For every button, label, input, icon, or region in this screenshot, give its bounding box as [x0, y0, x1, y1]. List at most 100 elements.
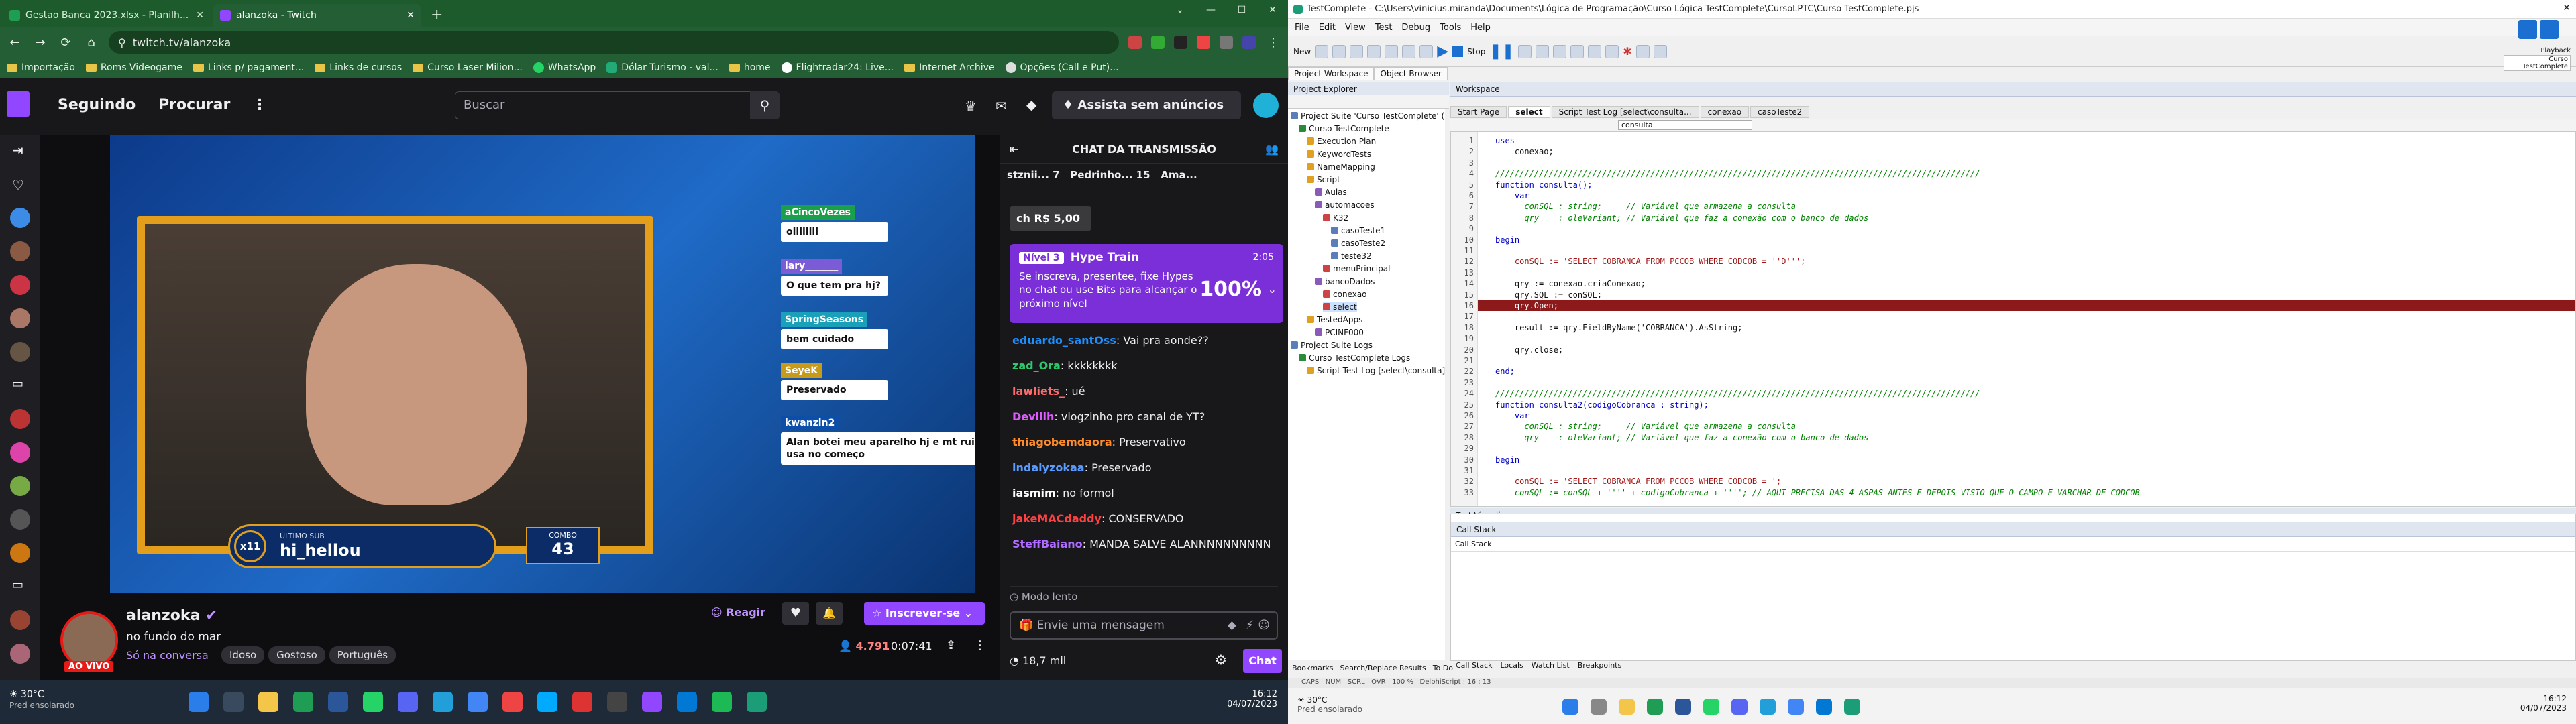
bookmark-item[interactable]: Links p/ pagament...	[193, 62, 304, 73]
menu-help[interactable]: Help	[1470, 23, 1491, 33]
file-explorer-icon[interactable]	[258, 692, 278, 712]
tab-watch-list[interactable]: Watch List	[1532, 661, 1570, 673]
code-line[interactable]: var	[1495, 411, 1529, 420]
channel-avatar[interactable]	[10, 543, 30, 563]
word-icon[interactable]	[328, 692, 348, 712]
telegram-icon[interactable]	[433, 692, 453, 712]
more-icon[interactable]: ⋮	[252, 97, 267, 113]
avatar[interactable]	[1253, 93, 1279, 118]
start-icon[interactable]	[189, 692, 209, 712]
channel-avatar[interactable]	[10, 509, 30, 530]
chat-input[interactable]: 🎁 Envie uma mensagem ◆ ⚡ ☺	[1010, 611, 1278, 640]
search-input[interactable]: Buscar	[455, 91, 780, 119]
bug-icon[interactable]: ✱	[1623, 45, 1631, 58]
menu-file[interactable]: File	[1295, 23, 1309, 33]
app-icon[interactable]	[537, 692, 557, 712]
gifter-name[interactable]: Ama...	[1161, 169, 1197, 181]
bookmark-item[interactable]: Dólar Turismo - val...	[606, 62, 718, 73]
channel-points[interactable]: ◔ 18,7 mil	[1010, 654, 1066, 667]
tab-todo[interactable]: To Do	[1433, 664, 1453, 676]
excel-icon[interactable]	[293, 692, 313, 712]
settings-icon[interactable]: ⚙	[1215, 652, 1227, 668]
tree-node[interactable]: Execution Plan	[1307, 137, 1376, 146]
gifter-name[interactable]: stznii...	[1007, 169, 1049, 181]
code-line[interactable]: qry : oleVariant; // Variável que faz a …	[1495, 433, 1868, 442]
search-icon[interactable]: ⚲	[750, 91, 780, 119]
pause-playback-icon[interactable]	[2540, 20, 2559, 39]
save-icon[interactable]	[1332, 44, 1346, 58]
tree-node[interactable]: PCINF000	[1315, 328, 1364, 337]
code-line[interactable]: ////////////////////////////////////////…	[1495, 169, 1980, 178]
profile-icon[interactable]	[1242, 36, 1256, 49]
save-all-icon[interactable]	[1350, 44, 1364, 58]
excel-icon[interactable]	[1647, 698, 1663, 715]
site-info-icon[interactable]: ⚲	[118, 36, 126, 49]
new-tab-button[interactable]: +	[424, 4, 449, 27]
step-out-icon[interactable]	[1553, 44, 1567, 58]
home-icon[interactable]: ⌂	[83, 36, 99, 50]
tool-icon[interactable]	[1605, 44, 1619, 58]
whatsapp-icon[interactable]	[363, 692, 383, 712]
weather-widget[interactable]: ☀ 30°C Pred ensolarado	[1297, 695, 1362, 714]
code-line[interactable]: conSQL : string; // Variável que armazen…	[1495, 422, 1796, 431]
subscribe-button[interactable]: ☆ Inscrever-se ⌄	[864, 602, 985, 625]
start-icon[interactable]	[1562, 698, 1578, 715]
more-icon[interactable]: ⋮	[974, 638, 986, 652]
bookmark-item[interactable]: Curso Laser Milion...	[413, 62, 523, 73]
nav-browse[interactable]: Procurar	[158, 97, 230, 113]
follow-heart-button[interactable]: ♥	[782, 602, 809, 625]
forward-icon[interactable]: →	[32, 36, 48, 50]
tab-test-log[interactable]: Script Test Log [select\consulta...	[1551, 106, 1699, 118]
notification-bell-button[interactable]: 🔔	[816, 602, 843, 625]
video-player[interactable]: aCincoVezes oiiiiiiii lary_______ O que te…	[40, 135, 1000, 593]
menu-icon[interactable]: ⋮	[1265, 36, 1281, 50]
run-icon[interactable]: ▶	[1437, 43, 1448, 60]
discord-icon[interactable]	[1731, 698, 1748, 715]
code-line[interactable]: function consulta2(codigoCobranca : stri…	[1495, 400, 1709, 410]
stop-label[interactable]: Stop	[1467, 47, 1485, 56]
pause-icon[interactable]: ❚❚	[1489, 43, 1514, 60]
bookmark-item[interactable]: Roms Videogame	[85, 62, 182, 73]
extension-icon[interactable]	[1197, 36, 1210, 49]
telegram-icon[interactable]	[1760, 698, 1776, 715]
bits-icon[interactable]: ◆	[1228, 619, 1236, 632]
menu-debug[interactable]: Debug	[1401, 23, 1430, 33]
tree-node[interactable]: conexao	[1323, 290, 1367, 299]
tree-node[interactable]: select	[1323, 302, 1357, 312]
code-line[interactable]: qry.close;	[1495, 345, 1563, 355]
tab-start-page[interactable]: Start Page	[1450, 106, 1507, 118]
code-line[interactable]: conSQL := conSQL + '''' + codigoCobranca…	[1495, 488, 2140, 497]
app-icon[interactable]	[572, 692, 592, 712]
back-icon[interactable]: ←	[7, 36, 23, 50]
code-line[interactable]: qry := conexao.criaConexao;	[1495, 279, 1646, 288]
chat-username[interactable]: thiagobemdaora	[1012, 436, 1112, 448]
chat-username[interactable]: jakeMACdaddy	[1012, 512, 1102, 525]
menu-test[interactable]: Test	[1375, 23, 1393, 33]
code-line[interactable]: end;	[1495, 367, 1515, 376]
discord-icon[interactable]	[398, 692, 418, 712]
channel-avatar[interactable]	[10, 208, 30, 228]
users-icon[interactable]: 👥	[1265, 135, 1279, 164]
code-line[interactable]: var	[1495, 191, 1529, 200]
bolt-icon[interactable]: ⚡	[1246, 619, 1254, 632]
tab-object-browser[interactable]: Object Browser	[1374, 67, 1448, 80]
code-line[interactable]: result := qry.FieldByName('COBRANCA').As…	[1495, 323, 1743, 333]
tree-node[interactable]: automacoes	[1315, 200, 1375, 210]
tree-node[interactable]: Project Suite Logs	[1291, 341, 1373, 350]
nav-following[interactable]: Seguindo	[58, 97, 136, 113]
bookmark-item[interactable]: Opções (Call e Put)...	[1005, 62, 1119, 73]
tag[interactable]: Português	[329, 646, 396, 664]
twitch-logo-icon[interactable]	[7, 91, 30, 117]
tree-node[interactable]: Script Test Log [select\consulta]...	[1307, 366, 1445, 375]
tab-select[interactable]: select	[1508, 106, 1550, 118]
copy-icon[interactable]	[1385, 44, 1399, 58]
tab-spreadsheet[interactable]: Gestao Banca 2023.xlsx - Planilh... ✕	[3, 4, 211, 27]
code-line[interactable]: ////////////////////////////////////////…	[1495, 389, 1980, 398]
code-line[interactable]: conSQL := 'SELECT COBRANCA FROM PCCOB WH…	[1495, 257, 1805, 266]
testcomplete-icon[interactable]	[1844, 698, 1860, 715]
bookmark-item[interactable]: WhatsApp	[533, 62, 596, 73]
collapse-chat-icon[interactable]: ⇤	[1010, 135, 1018, 164]
chrome-icon[interactable]	[1788, 698, 1804, 715]
address-bar[interactable]: ⚲ twitch.tv/alanzoka	[109, 31, 1119, 54]
clock[interactable]: 16:12 04/07/2023	[2520, 694, 2567, 713]
